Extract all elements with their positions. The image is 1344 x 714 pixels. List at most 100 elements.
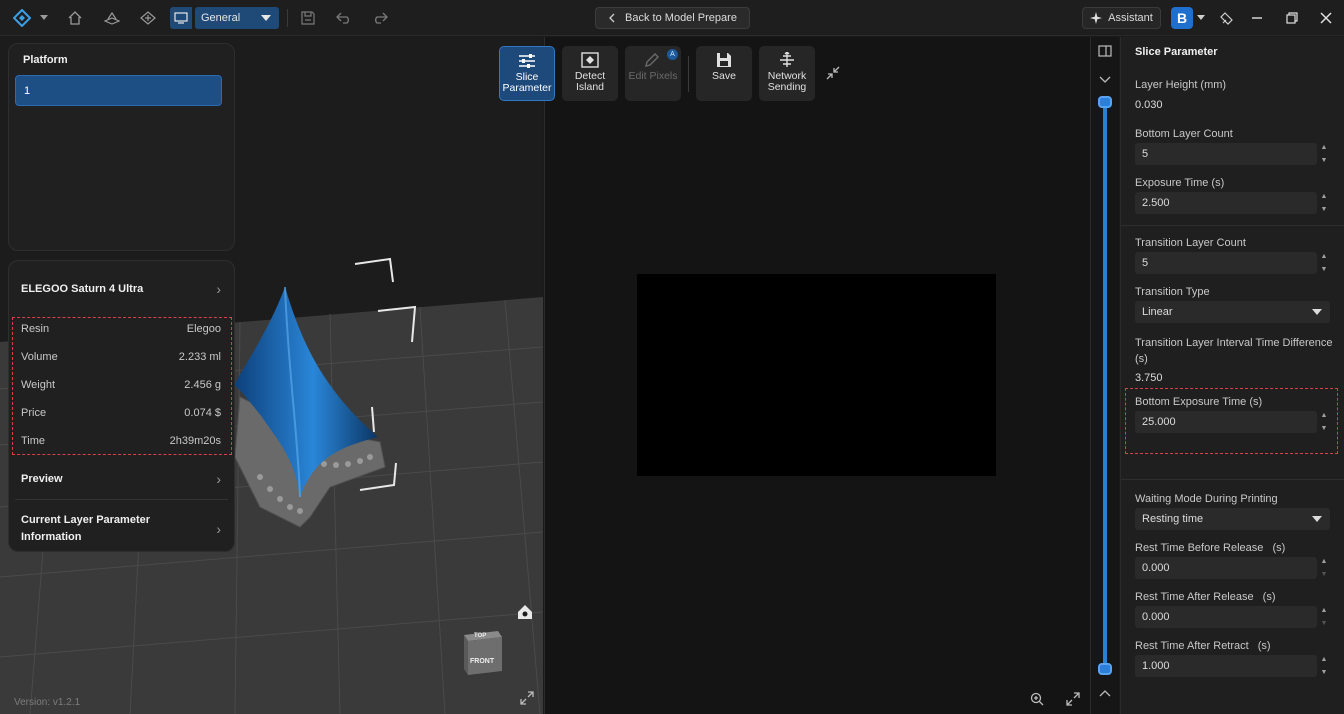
close-icon[interactable] — [1317, 9, 1335, 27]
transition-layer-count-input[interactable]: 5 — [1135, 252, 1317, 274]
view-mode-value: General — [201, 12, 241, 24]
stat-resin: Resin Elegoo — [21, 323, 221, 335]
rest-before-release-text: Rest Time Before Release — [1135, 542, 1264, 554]
minimize-icon[interactable] — [1248, 9, 1266, 27]
stat-time: Time 2h39m20s — [21, 435, 221, 447]
platform-item-label: 1 — [24, 84, 31, 97]
rest-after-release-stepper[interactable]: ▲ ▼ — [1318, 606, 1330, 628]
rest-after-release-value: 0.000 — [1142, 611, 1170, 623]
transition-type-select[interactable]: Linear — [1135, 301, 1330, 323]
bottom-exposure-stepper[interactable]: ▲ ▼ — [1318, 411, 1330, 433]
transition-interval-value: 3.750 — [1135, 372, 1163, 384]
ai-badge: A — [667, 49, 678, 60]
detect-island-button[interactable]: Detect Island — [562, 46, 618, 101]
collapse-toolbar-icon[interactable] — [826, 66, 840, 80]
fit-view-icon[interactable] — [520, 691, 534, 705]
home-view-icon[interactable] — [516, 603, 534, 621]
rest-before-release-label: Rest Time Before Release (s) — [1135, 540, 1335, 556]
layer-slider-top-handle[interactable] — [1098, 96, 1112, 108]
transition-interval-label-line1: Transition Layer Interval Time Differenc… — [1135, 337, 1333, 349]
exposure-time-stepper[interactable]: ▲ ▼ — [1318, 192, 1330, 214]
back-to-model-prepare-button[interactable]: Back to Model Prepare — [595, 7, 750, 29]
slice-preview-area[interactable] — [544, 37, 1090, 714]
zoom-in-icon[interactable] — [1030, 692, 1044, 706]
account-menu-chevron-icon[interactable] — [1196, 9, 1206, 27]
bottom-layer-count-input[interactable]: 5 — [1135, 143, 1317, 165]
current-layer-label-line1: Current Layer Parameter — [21, 514, 151, 526]
rest-after-release-input[interactable]: 0.000 — [1135, 606, 1317, 628]
current-layer-label: Current Layer Parameter Information — [21, 512, 150, 546]
transition-interval-label: Transition Layer Interval Time Differenc… — [1135, 335, 1335, 367]
stat-label: Weight — [21, 379, 56, 391]
transition-layer-count-value: 5 — [1142, 257, 1149, 269]
save-icon — [717, 53, 731, 67]
platform-panel: Platform 1 — [8, 43, 235, 251]
bottom-layer-count-stepper[interactable]: ▲ ▼ — [1318, 143, 1330, 165]
app-menu-chevron-icon[interactable] — [38, 9, 50, 27]
layer-slider-bottom-handle[interactable] — [1098, 663, 1112, 675]
home-icon[interactable] — [66, 9, 84, 27]
toolbar-divider — [688, 56, 689, 92]
toolbar-divider — [287, 9, 288, 27]
skin-icon[interactable] — [1218, 9, 1236, 27]
view-mode-select[interactable]: General — [195, 7, 279, 29]
chevron-down-icon[interactable] — [1099, 75, 1111, 87]
rest-after-retract-stepper[interactable]: ▲ ▼ — [1318, 655, 1330, 677]
network-sending-button[interactable]: Network Sending — [759, 46, 815, 101]
current-layer-info-row[interactable]: Current Layer Parameter Information › — [21, 512, 221, 546]
view-cube[interactable]: TOP FRONT — [462, 629, 504, 677]
exposure-time-value: 2.500 — [1142, 197, 1170, 209]
rest-after-release-text: Rest Time After Release — [1135, 591, 1254, 603]
account-logo[interactable]: B — [1171, 7, 1193, 29]
edit-pixels-button[interactable]: Edit Pixels A — [625, 46, 681, 101]
printer-name: ELEGOO Saturn 4 Ultra — [21, 283, 144, 295]
app-logo-icon[interactable] — [12, 9, 32, 27]
chevron-down-icon — [261, 15, 271, 21]
bottom-exposure-label: Bottom Exposure Time (s) — [1135, 396, 1263, 408]
chevron-up-icon[interactable] — [1099, 688, 1111, 700]
undo-icon[interactable] — [335, 9, 353, 27]
bottom-exposure-value: 25.000 — [1142, 416, 1176, 428]
chevron-down-icon — [1312, 516, 1322, 522]
rest-before-release-unit: (s) — [1272, 542, 1286, 554]
platform-title: Platform — [23, 54, 68, 66]
exposure-time-label: Exposure Time (s) — [1135, 177, 1225, 189]
panel-toggle-icon[interactable] — [1098, 45, 1112, 60]
chevron-right-icon: › — [216, 471, 221, 487]
support-icon[interactable] — [139, 9, 157, 27]
transition-interval-label-line2: (s) — [1135, 353, 1148, 365]
rest-after-retract-input[interactable]: 1.000 — [1135, 655, 1317, 677]
current-layer-label-line2: Information — [21, 531, 82, 543]
preview-row[interactable]: Preview › — [21, 471, 221, 487]
printer-select-row[interactable]: ELEGOO Saturn 4 Ultra › — [21, 281, 221, 297]
fullscreen-icon[interactable] — [1066, 692, 1080, 706]
stat-volume: Volume 2.233 ml — [21, 351, 221, 363]
restore-icon[interactable] — [1283, 9, 1301, 27]
transition-type-value: Linear — [1142, 306, 1173, 318]
exposure-time-input[interactable]: 2.500 — [1135, 192, 1317, 214]
stat-label: Time — [21, 435, 46, 447]
slice-parameter-button[interactable]: Slice Parameter — [499, 46, 555, 101]
chevron-left-icon — [609, 13, 615, 23]
prepare-icon[interactable] — [103, 9, 121, 27]
save-button[interactable]: Save — [696, 46, 752, 101]
layer-slider-track[interactable] — [1103, 102, 1107, 670]
redo-icon[interactable] — [371, 9, 389, 27]
rest-before-release-stepper[interactable]: ▲ ▼ — [1318, 557, 1330, 579]
save-file-icon[interactable] — [299, 9, 317, 27]
monitor-icon[interactable] — [170, 7, 192, 29]
transition-layer-count-stepper[interactable]: ▲ ▼ — [1318, 252, 1330, 274]
stat-price: Price 0.074 $ — [21, 407, 221, 419]
rest-before-release-input[interactable]: 0.000 — [1135, 557, 1317, 579]
platform-item-1[interactable]: 1 — [15, 75, 222, 106]
view-cube-front-label: FRONT — [470, 658, 495, 665]
save-label: Save — [712, 70, 736, 82]
top-bar: General Back to Model Prepare Assistant … — [0, 0, 1344, 36]
assistant-button[interactable]: Assistant — [1082, 7, 1161, 29]
bottom-exposure-input[interactable]: 25.000 — [1135, 411, 1317, 433]
sliders-icon — [519, 54, 535, 68]
waiting-mode-select[interactable]: Resting time — [1135, 508, 1330, 530]
rest-after-release-unit: (s) — [1262, 591, 1276, 603]
3d-viewport[interactable]: Platform 1 ELEGOO Saturn 4 Ultra › Resin… — [0, 37, 543, 714]
layer-slider-column — [1090, 37, 1119, 714]
